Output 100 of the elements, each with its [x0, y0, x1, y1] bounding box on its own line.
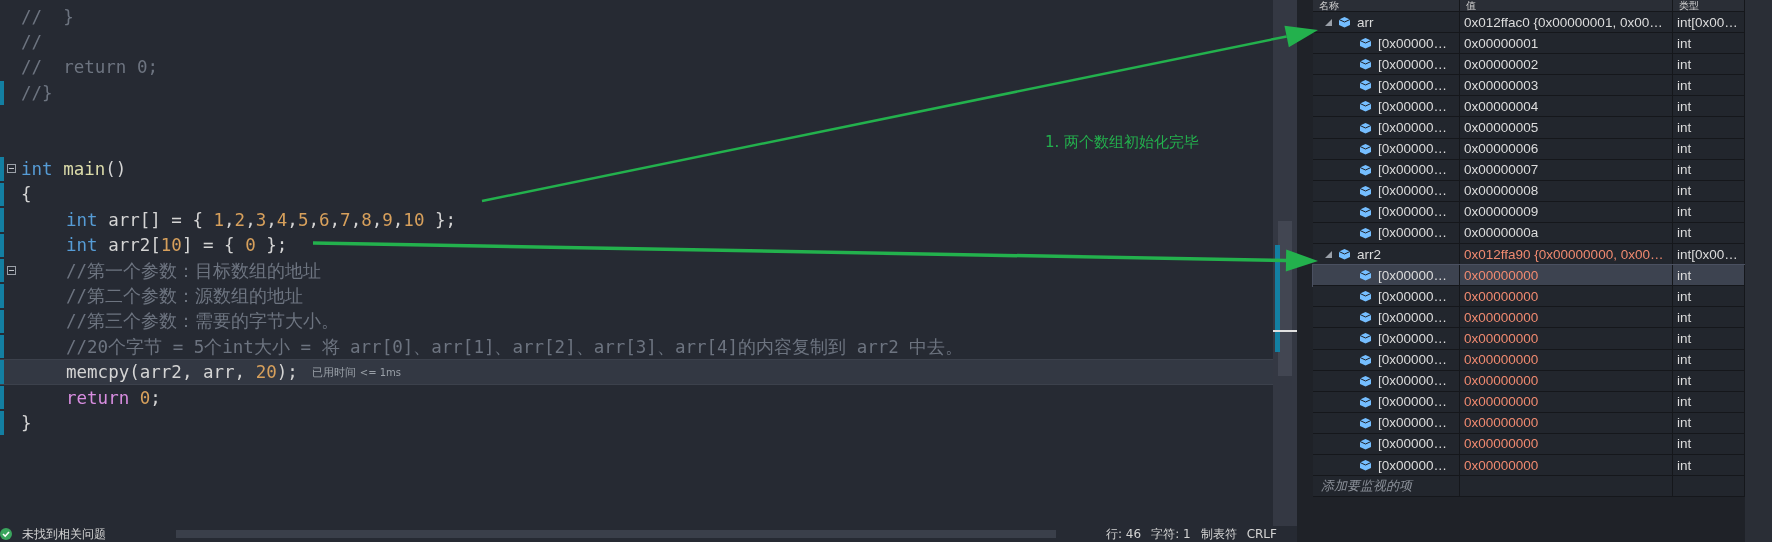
variable-value: 0x00000000 — [1460, 454, 1673, 476]
variable-icon — [1359, 58, 1372, 71]
watch-row[interactable]: [0x00000… 0x00000000 int — [1313, 349, 1745, 371]
variable-value: 0x00000000 — [1460, 307, 1673, 328]
variable-name: arr2 — [1357, 246, 1381, 262]
variable-icon — [1359, 374, 1372, 387]
variable-name: [0x00000… — [1378, 225, 1448, 241]
column-number[interactable]: 字符: 1 — [1151, 525, 1191, 542]
variable-icon — [1338, 16, 1351, 29]
variable-value: 0x00000000 — [1460, 391, 1673, 412]
variable-name: [0x00000… — [1378, 35, 1448, 51]
watch-row[interactable]: [0x00000… 0x00000009 int — [1313, 201, 1745, 223]
variable-name: [0x00000… — [1378, 394, 1448, 410]
watch-row[interactable]: [0x00000… 0x00000000 int — [1313, 328, 1745, 350]
variable-name: [0x00000… — [1378, 288, 1448, 304]
variable-value: 0x00000001 — [1460, 33, 1673, 54]
status-message: 未找到相关问题 — [22, 525, 106, 542]
variable-value: 0x00000007 — [1460, 159, 1673, 180]
watch-row[interactable]: [0x00000… 0x00000000 int — [1313, 370, 1745, 392]
expand-triangle-icon[interactable] — [1325, 250, 1332, 258]
variable-name: [0x00000… — [1378, 330, 1448, 346]
annotation-text: 1. 两个数组初始化完毕 — [1045, 133, 1200, 152]
line-number[interactable]: 行: 46 — [1106, 525, 1142, 542]
variable-icon — [1359, 205, 1372, 218]
code-line: return 0; — [66, 387, 161, 408]
variable-value: 0x012ffac0 {0x00000001, 0x00… — [1460, 12, 1673, 33]
variable-icon — [1359, 332, 1372, 345]
variable-icon — [1359, 395, 1372, 408]
code-line: //} — [21, 82, 53, 103]
collapse-icon[interactable] — [7, 265, 16, 275]
code-line: //第三个参数：需要的字节大小。 — [66, 310, 340, 334]
watch-row[interactable]: [0x00000… 0x00000007 int — [1313, 159, 1745, 181]
code-line: // — [21, 32, 43, 53]
variable-name: [0x00000… — [1378, 120, 1448, 135]
elapsed-hint: 已用时间 — [311, 364, 356, 380]
vertical-scrollbar[interactable] — [1745, 0, 1772, 542]
expand-triangle-icon[interactable] — [1325, 18, 1332, 26]
variable-name: [0x00000… — [1378, 98, 1448, 114]
code-line: //第一个参数：目标数组的地址 — [66, 259, 322, 283]
code-line: // return 0; — [21, 57, 158, 78]
watch-row[interactable]: [0x00000… 0x00000000 int — [1313, 265, 1745, 287]
code-line: // } — [21, 6, 74, 27]
watch-row[interactable]: [0x00000… 0x00000000 int — [1313, 433, 1745, 455]
watch-row[interactable]: [0x00000… 0x00000000 int — [1313, 286, 1745, 308]
code-line: memcpy(arr2, arr, 20); — [66, 362, 298, 383]
watch-row[interactable]: [0x00000… 0x00000004 int — [1313, 96, 1745, 118]
variable-icon — [1359, 416, 1372, 429]
code-line: } — [21, 412, 32, 433]
variable-name: [0x00000… — [1378, 77, 1448, 93]
variable-name: [0x00000… — [1378, 141, 1448, 157]
variable-name: [0x00000… — [1378, 183, 1448, 199]
elapsed-value: <= 1ms — [359, 366, 402, 378]
variable-name: [0x00000… — [1378, 267, 1448, 283]
check-icon — [0, 528, 12, 540]
watch-row[interactable]: [0x00000… 0x00000008 int — [1313, 180, 1745, 202]
collapse-icon[interactable] — [7, 164, 16, 174]
watch-row[interactable]: [0x00000… 0x0000000a int — [1313, 222, 1745, 245]
variable-value: 0x00000009 — [1460, 201, 1673, 222]
variable-name: [0x00000… — [1378, 352, 1448, 368]
watch-row[interactable]: [0x00000… 0x00000002 int — [1313, 54, 1745, 76]
variable-value: 0x00000005 — [1460, 117, 1673, 138]
variable-value: 0x00000004 — [1460, 96, 1673, 117]
variable-icon — [1359, 79, 1372, 92]
code-line: //第二个参数：源数组的地址 — [66, 285, 304, 308]
code-line: int main() — [21, 159, 127, 180]
variable-value: 0x00000000 — [1460, 265, 1673, 286]
variable-name: [0x00000… — [1378, 204, 1448, 220]
variable-value: 0x00000000 — [1460, 370, 1673, 391]
watch-row[interactable]: [0x00000… 0x00000000 int — [1313, 412, 1745, 434]
variable-icon — [1359, 142, 1372, 155]
variable-name: [0x00000… — [1378, 162, 1448, 178]
variable-icon — [1359, 353, 1372, 366]
variable-value: 0x00000000 — [1460, 412, 1673, 433]
watch-row[interactable]: arr 0x012ffac0 {0x00000001, 0x00… int[0x00… — [1313, 12, 1745, 34]
variable-icon — [1359, 459, 1372, 471]
variable-icon — [1359, 121, 1372, 134]
code-line: int arr2[10] = { 0 }; — [66, 235, 288, 256]
variable-name: [0x00000… — [1378, 309, 1448, 325]
watch-row[interactable]: [0x00000… 0x00000005 int — [1313, 117, 1745, 139]
watch-row[interactable]: [0x00000… 0x00000000 int — [1313, 391, 1745, 413]
variable-value: 0x00000000 — [1460, 286, 1673, 307]
indent-mode[interactable]: 制表符 — [1200, 525, 1237, 542]
watch-row[interactable]: [0x00000… 0x00000001 int — [1313, 33, 1745, 55]
code-line: //20个字节 = 5个int大小 = 将 arr[0]、arr[1]、arr[2]、arr[3]、arr[4]的内容复制到 arr2 中去。 — [66, 335, 964, 359]
variable-icon — [1359, 163, 1372, 176]
panel-splitter[interactable] — [1297, 0, 1307, 542]
line-ending[interactable]: CRLF — [1246, 527, 1277, 541]
variable-name: [0x00000… — [1378, 373, 1448, 389]
watch-row[interactable]: [0x00000… 0x00000003 int — [1313, 75, 1745, 97]
variable-icon — [1359, 227, 1372, 239]
variable-value: 0x00000000 — [1460, 328, 1673, 349]
watch-row[interactable]: arr2 0x012ffa90 {0x00000000, 0x00… int[0x00… — [1313, 244, 1745, 266]
watch-row[interactable]: [0x00000… 0x00000006 int — [1313, 138, 1745, 160]
watch-row[interactable]: [0x00000… 0x00000000 int — [1313, 454, 1745, 477]
variable-icon — [1359, 100, 1372, 113]
code-line: { — [21, 184, 32, 205]
vertical-scrollbar[interactable] — [1273, 0, 1297, 526]
variable-value: 0x0000000a — [1460, 222, 1673, 244]
watch-row[interactable]: [0x00000… 0x00000000 int — [1313, 307, 1745, 329]
variable-name: [0x00000… — [1378, 56, 1448, 72]
